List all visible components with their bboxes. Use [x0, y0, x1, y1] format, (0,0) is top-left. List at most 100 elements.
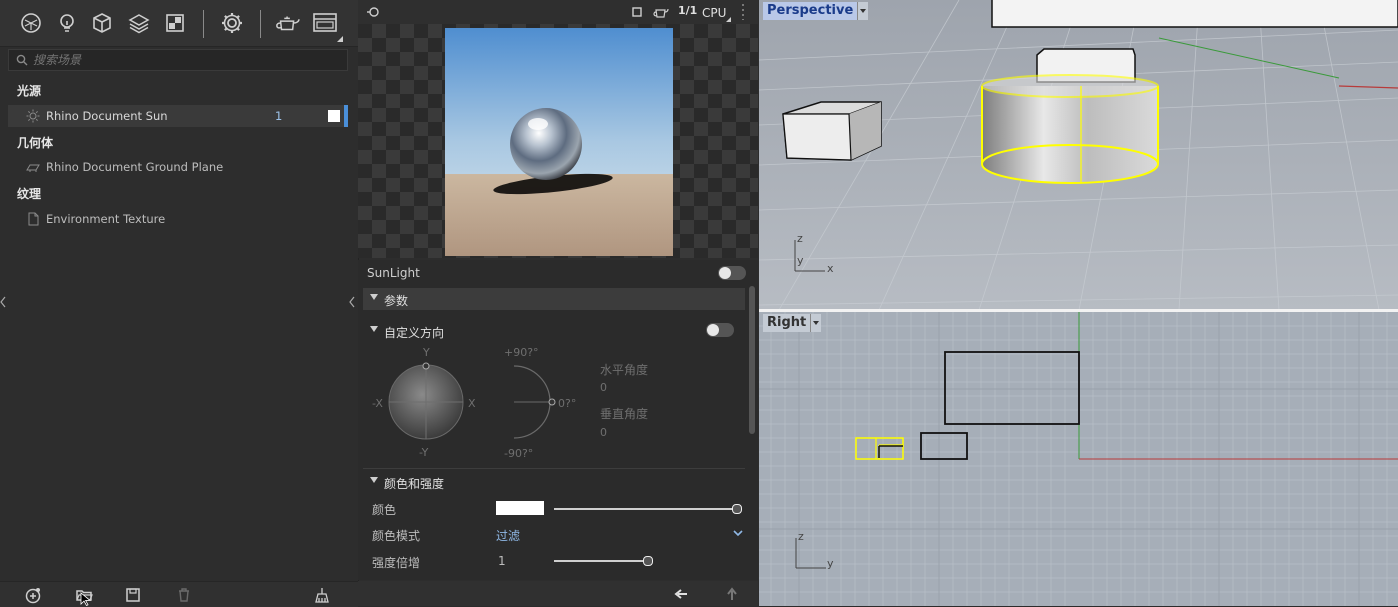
section-texture-title: 纹理	[17, 187, 42, 201]
render-mode-label[interactable]: CPU	[702, 6, 726, 20]
toolbar-separator	[203, 10, 204, 38]
color-swatch-button[interactable]	[496, 501, 544, 515]
axis-y-label: y	[797, 254, 804, 267]
chevron-down-icon[interactable]	[732, 528, 744, 538]
group-title: 参数	[384, 294, 409, 308]
group-custom-direction[interactable]: 自定义方向	[363, 320, 745, 342]
perspective-viewport[interactable]: z y x Perspective	[759, 0, 1398, 310]
teapot-render-icon[interactable]	[275, 10, 301, 36]
axis-z-label: z	[798, 530, 804, 543]
lights-icon[interactable]	[54, 10, 80, 36]
compass-left-label: -X	[372, 397, 383, 410]
axis-x-label: x	[827, 262, 834, 275]
viewport-menu-chevron[interactable]	[857, 2, 869, 20]
arrow-up-icon[interactable]	[725, 587, 739, 601]
dropdown-corner-icon	[337, 36, 343, 42]
scene-panel	[0, 0, 358, 606]
axis-z-label: z	[797, 232, 803, 245]
pass-counter: 1/1	[678, 4, 698, 17]
collapse-triangle-icon	[370, 477, 378, 483]
stop-icon[interactable]	[631, 6, 643, 18]
sunlight-toggle[interactable]	[718, 266, 746, 280]
custom-direction-toggle[interactable]	[706, 323, 734, 337]
viewport-name: Right	[763, 314, 811, 332]
divider	[363, 468, 745, 469]
viewport-menu-chevron[interactable]	[810, 314, 822, 332]
preview-toolbar: 1/1 CPU	[358, 0, 758, 24]
search-box[interactable]	[8, 49, 348, 71]
elevation-top-label: +90?°	[504, 346, 539, 359]
light-properties: SunLight 参数 自定义方向 Y -X X -Y +90?° 0?° -9…	[358, 260, 758, 580]
elevation-dial[interactable]	[508, 364, 558, 440]
group-title: 自定义方向	[384, 326, 445, 340]
horizontal-angle-label: 水平角度	[600, 363, 649, 377]
pin-icon[interactable]	[366, 5, 380, 19]
materials-icon[interactable]	[18, 10, 44, 36]
list-item-label: Rhino Document Sun	[46, 109, 168, 123]
list-item-environment-texture[interactable]: Environment Texture	[8, 208, 348, 230]
scene-footer	[0, 581, 358, 607]
document-icon	[28, 212, 39, 226]
gear-icon[interactable]	[219, 10, 245, 36]
elevation-right-label: 0?°	[558, 397, 577, 410]
list-item-ground-plane[interactable]: Rhino Document Ground Plane	[8, 156, 348, 178]
color-slider-knob[interactable]	[732, 504, 742, 514]
collapse-left-icon[interactable]	[348, 296, 356, 308]
compass-right-label: X	[468, 397, 476, 410]
delete-icon[interactable]	[175, 586, 193, 604]
render-toolbar	[0, 0, 358, 47]
direction-compass[interactable]	[386, 362, 466, 442]
intensity-label: 强度倍增	[372, 556, 421, 570]
right-viewport[interactable]: z y Right	[759, 312, 1398, 606]
toolbar-separator	[260, 10, 261, 38]
intensity-slider-knob[interactable]	[643, 556, 653, 566]
color-mode-select[interactable]: 过滤	[496, 527, 520, 544]
section-lights-title: 光源	[17, 84, 42, 98]
geometry-icon[interactable]	[89, 10, 115, 36]
compass-top-label: Y	[423, 346, 430, 359]
teapot-icon[interactable]	[653, 5, 669, 19]
collapse-left-icon[interactable]	[0, 296, 6, 308]
kebab-menu-icon[interactable]	[742, 4, 744, 20]
viewport-tab-perspective[interactable]: Perspective	[763, 2, 869, 20]
intensity-slider-track[interactable]	[554, 560, 648, 562]
list-item-label: Rhino Document Ground Plane	[46, 160, 224, 174]
ground-plane-icon	[26, 164, 40, 172]
broom-icon[interactable]	[313, 586, 331, 604]
selection-indicator	[344, 105, 348, 127]
color-label: 颜色	[372, 503, 397, 517]
color-mode-label: 颜色模式	[372, 529, 421, 543]
collapse-triangle-icon	[370, 294, 378, 300]
search-input[interactable]	[33, 52, 333, 68]
horizontal-angle-value[interactable]: 0	[600, 381, 607, 394]
properties-scrollbar[interactable]	[749, 286, 755, 434]
color-slider-track[interactable]	[554, 508, 738, 510]
section-geometry-title: 几何体	[17, 136, 54, 150]
vertical-angle-label: 垂直角度	[600, 407, 649, 421]
viewport-tab-right[interactable]: Right	[763, 314, 822, 332]
viewport-name: Perspective	[763, 2, 858, 20]
properties-footer	[358, 581, 758, 606]
mouse-cursor-icon	[80, 592, 92, 606]
group-params[interactable]: 参数	[363, 288, 745, 310]
compass-bottom-label: -Y	[419, 446, 429, 459]
layers-icon[interactable]	[126, 10, 152, 36]
sun-icon	[26, 109, 40, 123]
list-item-label: Environment Texture	[46, 212, 166, 226]
dropdown-corner-icon	[726, 17, 731, 22]
group-color-intensity[interactable]: 颜色和强度	[363, 471, 745, 493]
add-item-icon[interactable]	[24, 586, 42, 604]
list-item-sun[interactable]: Rhino Document Sun 1	[8, 105, 348, 127]
render-preview	[358, 24, 758, 258]
intensity-value[interactable]: 1	[498, 554, 506, 568]
vertical-angle-value[interactable]: 0	[600, 426, 607, 439]
arrow-left-icon[interactable]	[674, 587, 688, 601]
color-swatch	[328, 110, 340, 122]
render-window-icon[interactable]	[312, 10, 338, 36]
item-count: 1	[275, 109, 283, 123]
texture-icon[interactable]	[162, 10, 188, 36]
sunlight-label: SunLight	[367, 266, 420, 280]
save-icon[interactable]	[124, 586, 142, 604]
elevation-bottom-label: -90?°	[504, 447, 534, 460]
collapse-triangle-icon	[370, 326, 378, 332]
